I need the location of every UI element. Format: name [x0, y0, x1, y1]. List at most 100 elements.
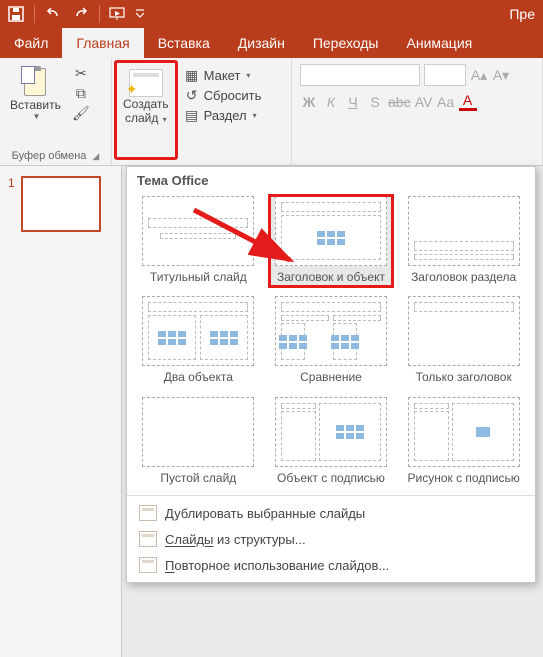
reset-icon: ↺ [184, 87, 200, 103]
redo-icon[interactable] [69, 2, 93, 26]
layout-thumb [275, 296, 387, 366]
layout-label: Титульный слайд [148, 266, 249, 286]
layout-label: Заголовок и объект [275, 266, 387, 286]
undo-icon[interactable] [41, 2, 65, 26]
new-slide-highlight: ✦ Создать слайд ▾ [114, 60, 178, 160]
section-button[interactable]: ▤Раздел▾ [180, 106, 266, 124]
new-slide-label1: Создать [123, 97, 169, 111]
paste-label: Вставить [10, 98, 61, 112]
reset-button[interactable]: ↺ Сбросить [180, 86, 266, 104]
change-case-button[interactable]: Aa [437, 94, 455, 110]
layout-option-compare[interactable]: Сравнение [270, 296, 393, 386]
tab-insert[interactable]: Вставка [144, 28, 224, 58]
paste-icon [19, 64, 51, 96]
layout-option-title_content[interactable]: Заголовок и объект [270, 196, 393, 286]
save-icon[interactable] [4, 2, 28, 26]
tab-animations[interactable]: Анимация [393, 28, 487, 58]
dialog-launcher-icon[interactable]: ◢ [92, 151, 99, 162]
copy-icon: ⧉ [73, 85, 89, 101]
layout-thumb [142, 397, 254, 467]
tab-file[interactable]: Файл [0, 28, 62, 58]
layout-thumb [275, 196, 387, 266]
layout-thumb [408, 296, 520, 366]
layout-label: Рисунок с подписью [406, 467, 522, 487]
outline-icon [139, 531, 157, 547]
qat-customize-icon[interactable] [134, 2, 146, 26]
titlebar: Пре [0, 0, 543, 28]
layout-option-obj_caption[interactable]: Объект с подписью [270, 397, 393, 487]
cut-button[interactable]: ✂ [69, 64, 93, 82]
chevron-down-icon: ▼ [32, 112, 40, 122]
duplicate-slides-item[interactable]: Дублировать выбранные слайды [127, 500, 535, 526]
layout-label: Пустой слайд [158, 467, 238, 487]
group-font: A▴ A▾ Ж К Ч S abc AV Aa A [292, 58, 543, 165]
underline-button[interactable]: Ч [344, 94, 362, 110]
layout-thumb [142, 296, 254, 366]
slides-from-outline-item[interactable]: Слайды из структуры... [127, 526, 535, 552]
present-icon[interactable] [106, 2, 130, 26]
section-icon: ▤ [184, 107, 200, 123]
gallery-title: Тема Office [127, 167, 535, 192]
paste-button[interactable]: Вставить ▼ [4, 60, 67, 148]
shadow-button[interactable]: S [366, 94, 384, 110]
reuse-label: Повторное использование слайдов... [165, 558, 389, 573]
slide-number: 1 [8, 176, 15, 232]
reuse-icon [139, 557, 157, 573]
chevron-down-icon: ▾ [160, 115, 166, 124]
quick-access-toolbar [4, 2, 146, 26]
scissors-icon: ✂ [73, 65, 89, 81]
duplicate-label: Дублировать выбранные слайды [165, 506, 365, 521]
tab-home[interactable]: Главная [62, 28, 143, 58]
duplicate-icon [139, 505, 157, 521]
layout-option-two[interactable]: Два объекта [137, 296, 260, 386]
layout-option-pic_caption[interactable]: Рисунок с подписью [402, 397, 525, 487]
grow-font-icon[interactable]: A▴ [470, 67, 488, 84]
layout-thumb [275, 397, 387, 467]
slide-thumbnail[interactable]: 1 [8, 176, 113, 232]
new-slide-icon: ✦ [129, 69, 163, 97]
layout-option-title[interactable]: Титульный слайд [137, 196, 260, 286]
char-spacing-button[interactable]: AV [415, 94, 433, 110]
layout-label: Макет [204, 68, 241, 83]
reuse-slides-item[interactable]: Повторное использование слайдов... [127, 552, 535, 578]
layout-label: Сравнение [298, 366, 364, 386]
outline-label: Слайды из структуры... [165, 532, 306, 547]
section-label: Раздел [204, 108, 247, 123]
layout-gallery: Тема Office Титульный слайд Заголовок и о… [126, 166, 536, 583]
layout-thumb [142, 196, 254, 266]
slide-thumbnail-preview [21, 176, 101, 232]
font-size-combo[interactable] [424, 64, 466, 86]
font-color-button[interactable]: A [459, 92, 477, 111]
tab-design[interactable]: Дизайн [224, 28, 299, 58]
new-slide-label2: слайд [125, 111, 158, 125]
layout-icon: ▦ [184, 67, 200, 83]
slide-thumbnail-pane[interactable]: 1 [0, 166, 122, 657]
font-name-combo[interactable] [300, 64, 420, 86]
layout-label: Два объекта [162, 366, 235, 386]
layout-option-section[interactable]: Заголовок раздела [402, 196, 525, 286]
layout-thumb [408, 196, 520, 266]
clipboard-group-label: Буфер обмена [12, 150, 87, 162]
ribbon: Вставить ▼ ✂ ⧉ 🖌 Буфер обмена ◢ ✦ Создать… [0, 58, 543, 166]
layout-label: Объект с подписью [275, 467, 387, 487]
new-slide-button[interactable]: ✦ Создать слайд ▾ [117, 63, 175, 128]
copy-button[interactable]: ⧉ [69, 84, 93, 102]
italic-button[interactable]: К [322, 94, 340, 110]
layout-label: Только заголовок [414, 366, 514, 386]
layout-option-only_title[interactable]: Только заголовок [402, 296, 525, 386]
brush-icon: 🖌 [73, 105, 89, 121]
format-painter-button[interactable]: 🖌 [69, 104, 93, 122]
ribbon-tabs: Файл Главная Вставка Дизайн Переходы Ани… [0, 28, 543, 58]
layout-button[interactable]: ▦Макет▾ [180, 66, 266, 84]
layout-thumb [408, 397, 520, 467]
layout-option-blank[interactable]: Пустой слайд [137, 397, 260, 487]
bold-button[interactable]: Ж [300, 94, 318, 110]
layout-label: Заголовок раздела [409, 266, 518, 286]
reset-label: Сбросить [204, 88, 262, 103]
window-title: Пре [146, 6, 539, 22]
group-clipboard: Вставить ▼ ✂ ⧉ 🖌 Буфер обмена ◢ [0, 58, 112, 165]
tab-transitions[interactable]: Переходы [299, 28, 393, 58]
strikethrough-button[interactable]: abc [388, 94, 411, 110]
group-slides: ✦ Создать слайд ▾ ▦ Макет ▾ ↺ Сбросить ▤ Раз… [112, 58, 292, 165]
shrink-font-icon[interactable]: A▾ [492, 67, 510, 84]
